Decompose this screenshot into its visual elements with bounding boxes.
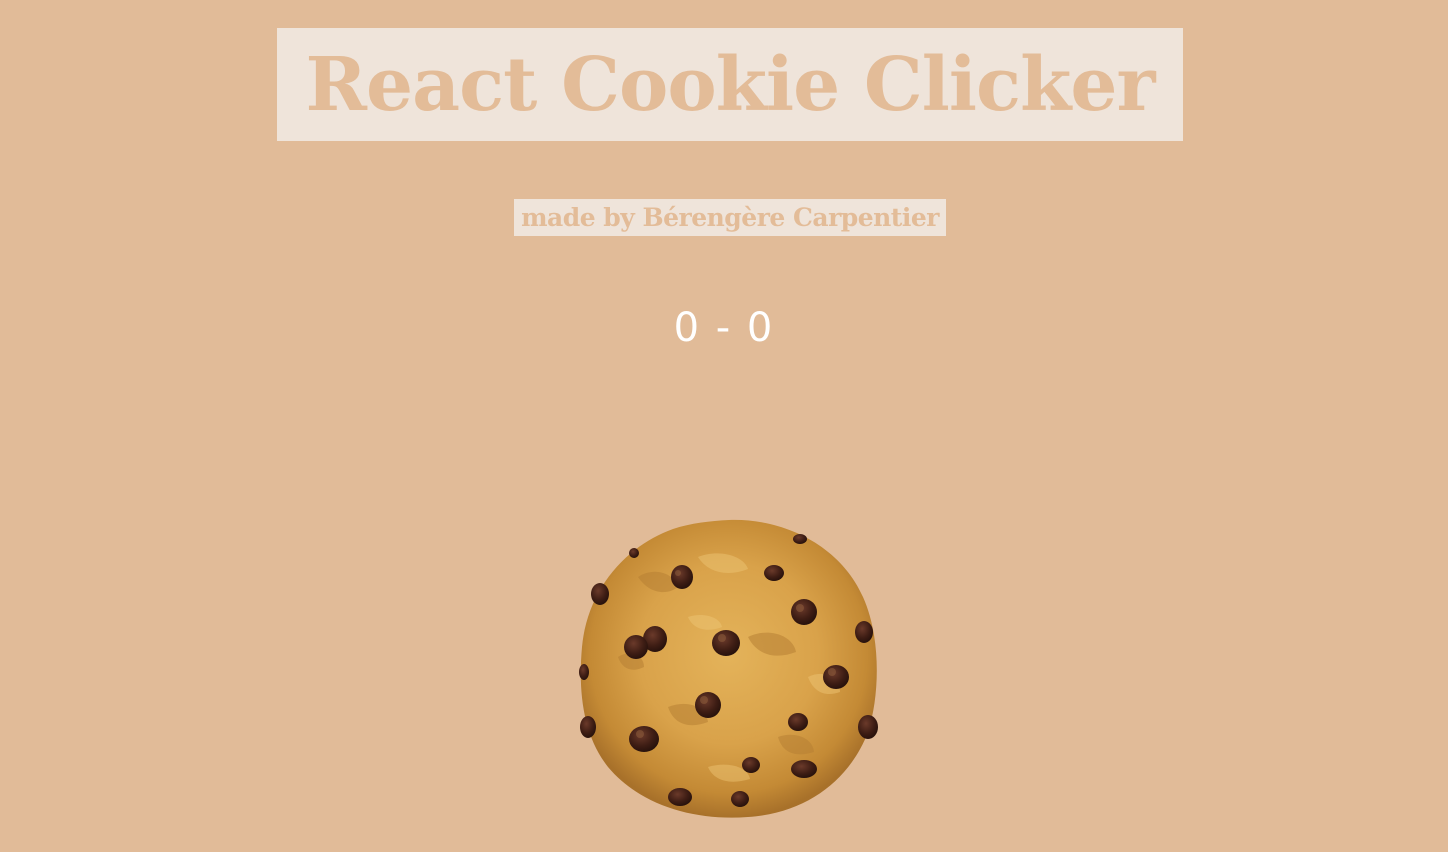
subtitle-banner: made by Bérengère Carpentier bbox=[514, 199, 946, 236]
author-credit: made by Bérengère Carpentier bbox=[521, 203, 939, 232]
cookie-icon bbox=[579, 519, 878, 818]
cookie-button[interactable] bbox=[578, 517, 880, 819]
score-display: 0 - 0 bbox=[673, 305, 775, 351]
page: React Cookie Clicker made by Bérengère C… bbox=[0, 0, 1448, 852]
title-banner: React Cookie Clicker bbox=[277, 28, 1183, 141]
page-title: React Cookie Clicker bbox=[305, 41, 1156, 128]
